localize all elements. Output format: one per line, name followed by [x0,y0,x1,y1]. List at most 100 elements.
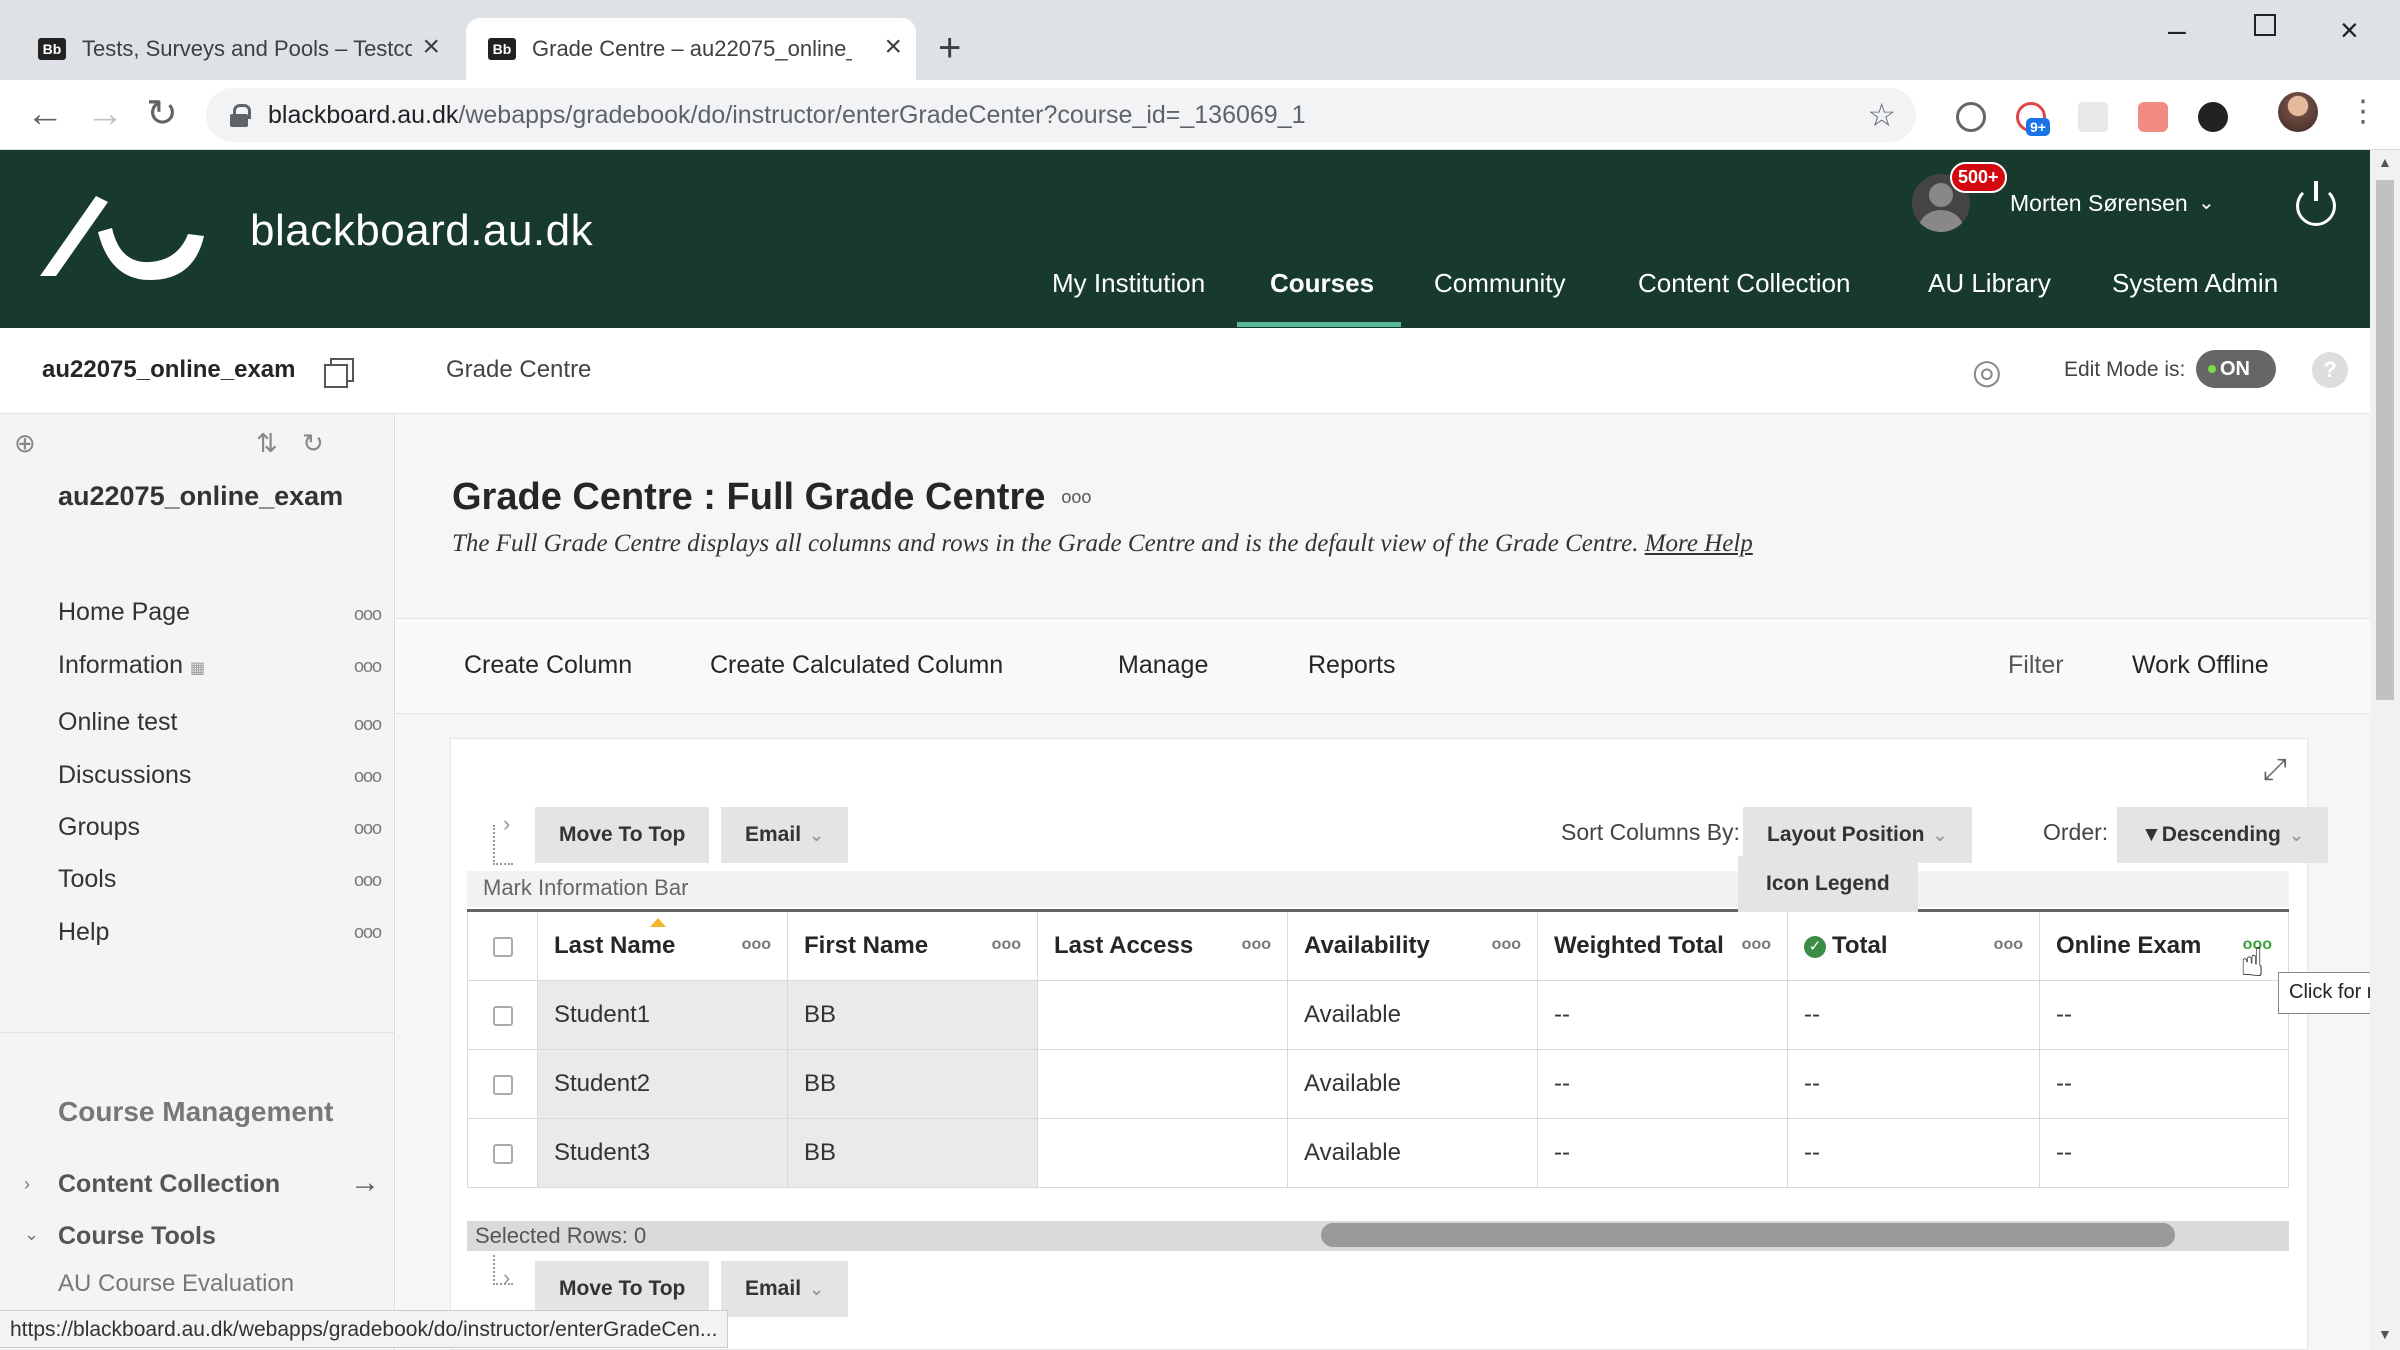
last-name-cell[interactable]: Student3 [537,1118,788,1188]
breadcrumb-course[interactable]: au22075_online_exam [42,356,296,384]
last-access-cell[interactable] [1037,1118,1288,1188]
sidebar-item-help[interactable]: Help [58,918,109,947]
first-name-cell[interactable]: BB [787,1118,1038,1188]
chrome-menu-icon[interactable]: ⋮ [2348,94,2378,130]
last-access-cell[interactable] [1037,1049,1288,1119]
more-options-icon[interactable]: ooo [354,714,382,735]
last-access-cell[interactable] [1037,980,1288,1050]
address-bar[interactable]: blackboard.au.dk/webapps/gradebook/do/in… [206,88,1916,142]
order-select[interactable]: ▼Descending ⌄ [2117,807,2328,863]
fullscreen-expand-icon[interactable]: ⤢ [2263,753,2287,787]
more-options-icon[interactable]: ooo [1061,487,1091,508]
nav-community[interactable]: Community [1434,268,1565,299]
add-menu-item-icon[interactable]: ⊕ [14,428,36,459]
refresh-icon[interactable]: ↻ [302,428,324,459]
copy-icon[interactable] [324,358,354,388]
chevron-right-icon[interactable]: › [24,1174,30,1195]
column-header-weighted-total[interactable]: Weighted Total ooo [1537,909,1788,981]
nav-courses[interactable]: Courses [1270,268,1374,299]
more-options-icon[interactable]: ooo [354,922,382,943]
email-button[interactable]: Email ⌄ [721,807,849,863]
horizontal-scrollbar[interactable] [1321,1223,2175,1247]
manage-button[interactable]: Manage [1118,651,1208,680]
column-options-icon[interactable]: ooo [742,936,771,954]
total-cell[interactable]: -- [1787,1118,2040,1188]
sidebar-course-title[interactable]: au22075_online_exam [58,478,368,514]
nav-content-collection[interactable]: Content Collection [1638,268,1850,299]
bookmark-star-icon[interactable]: ☆ [1867,96,1896,134]
online-exam-cell[interactable]: -- [2039,1118,2289,1188]
move-to-top-button[interactable]: Move To Top [535,807,710,863]
total-cell[interactable]: -- [1787,1049,2040,1119]
reports-button[interactable]: Reports [1308,651,1396,680]
more-options-icon[interactable]: ooo [354,604,382,625]
new-tab-plus-icon[interactable]: + [938,28,961,68]
weighted-total-cell[interactable]: -- [1537,1049,1788,1119]
au-course-evaluation-link[interactable]: AU Course Evaluation [58,1270,294,1298]
edit-mode-toggle[interactable]: ON [2196,350,2276,388]
more-options-icon[interactable]: ooo [354,870,382,891]
arrow-right-icon[interactable]: → [350,1166,380,1200]
last-name-cell[interactable]: Student1 [537,980,788,1050]
select-all-checkbox[interactable] [492,936,513,957]
sidebar-item-tools[interactable]: Tools [58,865,116,894]
extension-grid-icon[interactable] [2078,102,2108,132]
online-exam-cell[interactable]: -- [2039,980,2289,1050]
nav-au-library[interactable]: AU Library [1928,268,2051,299]
close-tab-icon[interactable]: × [884,30,902,64]
skype-extension-icon[interactable] [1956,102,1986,132]
extension-arrow-icon[interactable] [2138,102,2168,132]
help-icon[interactable]: ? [2312,352,2348,388]
row-checkbox[interactable] [492,1143,513,1164]
chrome-profile-avatar[interactable] [2278,92,2318,132]
site-name[interactable]: blackboard.au.dk [250,206,593,256]
email-button-bottom[interactable]: Email ⌄ [721,1261,849,1317]
column-header-last-name[interactable]: Last Name ooo [537,909,788,981]
scroll-up-icon[interactable]: ▲ [2378,154,2392,170]
first-name-cell[interactable]: BB [787,1049,1038,1119]
nav-system-admin[interactable]: System Admin [2112,268,2278,299]
more-options-icon[interactable]: ooo [354,656,382,677]
page-vertical-scrollbar[interactable]: ▲ ▼ [2370,150,2400,1350]
more-options-icon[interactable]: ooo [354,766,382,787]
weighted-total-cell[interactable]: -- [1537,980,1788,1050]
icon-legend-button[interactable]: Icon Legend [1738,856,1918,912]
column-header-availability[interactable]: Availability ooo [1287,909,1538,981]
sidebar-item-groups[interactable]: Groups [58,813,140,842]
create-calculated-column-button[interactable]: Create Calculated Column [710,651,1003,680]
reload-icon[interactable]: ↻ [146,92,178,136]
more-options-icon[interactable]: ooo [354,818,382,839]
column-options-icon[interactable]: ooo [1994,936,2023,954]
content-collection-link[interactable]: Content Collection [58,1170,280,1199]
reorder-icon[interactable]: ⇅ [256,428,278,459]
chevron-down-icon[interactable]: ⌄ [24,1224,39,1245]
last-name-cell[interactable]: Student2 [537,1049,788,1119]
column-header-first-name[interactable]: First Name ooo [787,909,1038,981]
availability-cell[interactable]: Available [1287,980,1538,1050]
back-arrow-icon[interactable]: ← [26,92,64,136]
availability-cell[interactable]: Available [1287,1118,1538,1188]
more-help-link[interactable]: More Help [1645,530,1753,557]
course-tools-link[interactable]: Course Tools [58,1222,216,1251]
minimize-icon[interactable]: – [2168,10,2186,50]
column-header-total[interactable]: ✓ Total ooo [1787,909,2040,981]
column-header-last-access[interactable]: Last Access ooo [1037,909,1288,981]
sidebar-item-discussions[interactable]: Discussions [58,761,191,790]
column-options-icon[interactable]: ooo [992,936,1021,954]
availability-cell[interactable]: Available [1287,1049,1538,1119]
first-name-cell[interactable]: BB [787,980,1038,1050]
user-name[interactable]: Morten Sørensen [2010,190,2188,217]
au-logo-icon[interactable] [38,192,208,282]
sidebar-item-online-test[interactable]: Online test [58,708,178,737]
notification-badge[interactable]: 500+ [1950,162,2007,193]
move-to-top-button-bottom[interactable]: Move To Top [535,1261,710,1317]
total-cell[interactable]: -- [1787,980,2040,1050]
close-window-icon[interactable]: × [2340,10,2359,50]
student-preview-eye-icon[interactable]: ◎ [1972,352,2018,391]
sidebar-item-home-page[interactable]: Home Page [58,598,190,627]
column-options-icon[interactable]: ooo [1742,936,1771,954]
scroll-down-icon[interactable]: ▼ [2378,1326,2392,1342]
chevron-down-icon[interactable]: ⌄ [2198,190,2215,215]
logout-power-icon[interactable] [2296,181,2336,226]
row-checkbox[interactable] [492,1074,513,1095]
